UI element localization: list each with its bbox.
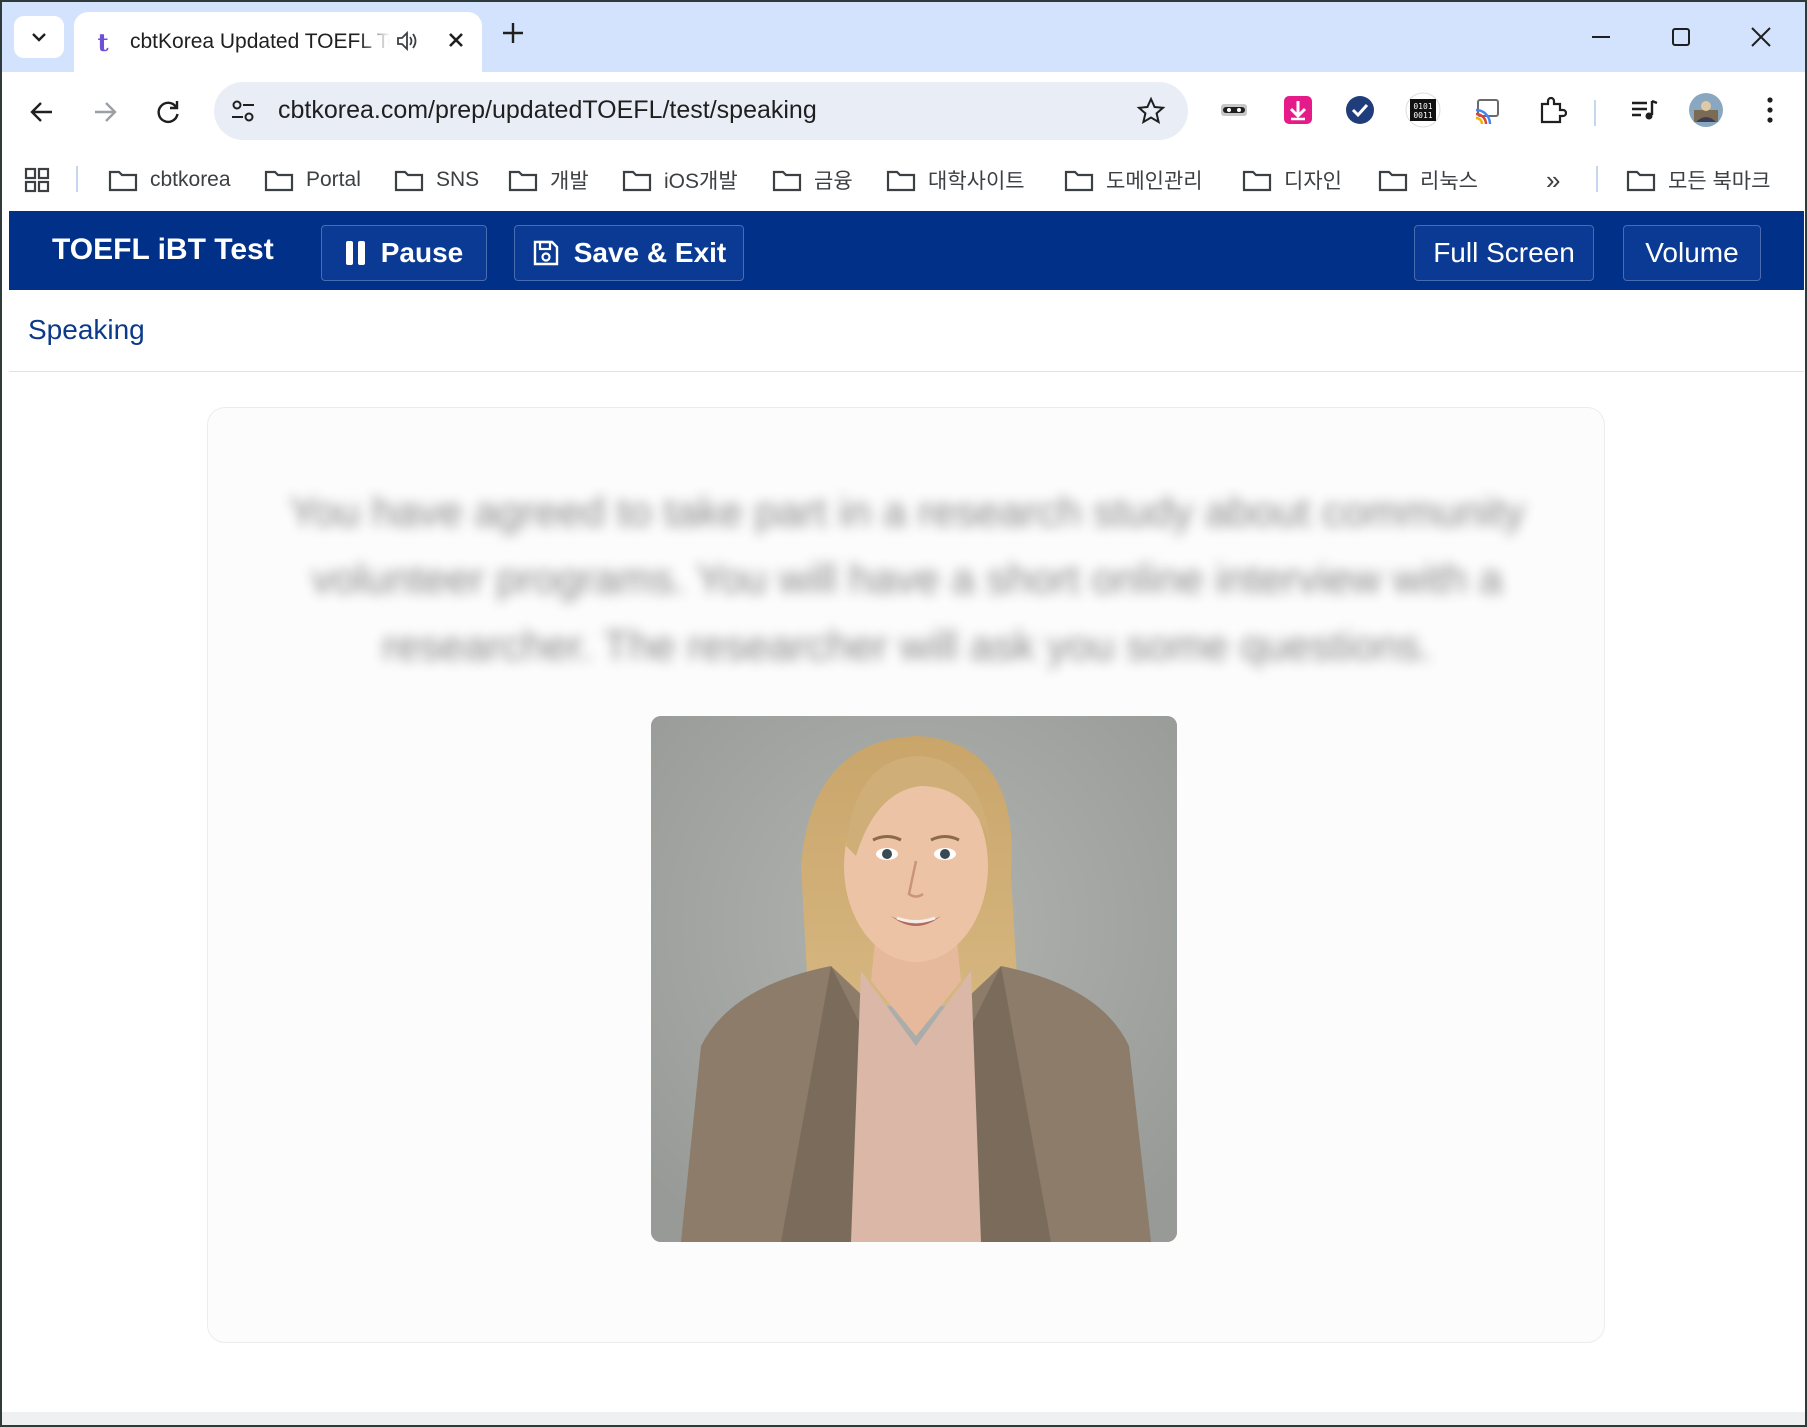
tab-strip: t cbtKorea Updated TOEFL Test (2, 2, 1805, 72)
chevron-down-icon (32, 33, 46, 42)
bookmark-folder[interactable]: 금융 (772, 162, 853, 198)
speaker-icon[interactable] (396, 30, 420, 52)
binary-icon[interactable]: 0101 0011 (1405, 92, 1441, 128)
browser-window: t cbtKorea Updated TOEFL Test cbtkorea.c… (2, 2, 1805, 1425)
bottom-edge (2, 1412, 1805, 1425)
save-exit-label: Save & Exit (573, 237, 727, 268)
url-text[interactable]: cbtkorea.com/prep/updatedTOEFL/test/spea… (278, 96, 817, 125)
bookmark-folder[interactable]: iOS개발 (622, 162, 738, 198)
folder-icon (1626, 170, 1656, 192)
new-tab-plus-icon[interactable] (500, 20, 526, 46)
arrow-right-icon (95, 102, 117, 122)
bookmark-label: Portal (306, 168, 361, 191)
site-settings-icon[interactable] (228, 96, 258, 126)
bookmark-label: SNS (436, 168, 480, 191)
back-button[interactable] (26, 96, 58, 128)
media-queue-icon[interactable] (1626, 92, 1662, 128)
bookmark-folder[interactable]: cbtkorea (108, 162, 231, 198)
section-header: Speaking (9, 290, 1804, 372)
pause-label: Pause (380, 237, 464, 268)
favicon-icon: t (97, 27, 109, 57)
test-content: You have agreed to take part in a resear… (9, 372, 1804, 1412)
apps-grid-button[interactable] (24, 162, 62, 198)
question-card: You have agreed to take part in a resear… (207, 407, 1605, 1343)
bookmark-label: 금융 (814, 170, 853, 193)
folder-icon (508, 170, 538, 192)
reload-button[interactable] (152, 96, 184, 128)
bookmark-label: 리눅스 (1420, 170, 1478, 193)
bookmark-star-icon[interactable] (1136, 96, 1166, 126)
folder-icon (886, 170, 916, 192)
all-bookmarks-folder[interactable]: 모든 북마크 (1626, 162, 1770, 198)
bookmark-folder[interactable]: 도메인관리 (1064, 162, 1203, 198)
bookmark-label: 대학사이트 (928, 170, 1025, 193)
pause-button[interactable]: Pause (321, 225, 487, 281)
bookmark-label: 디자인 (1284, 170, 1342, 193)
window-close-icon[interactable] (1748, 24, 1774, 50)
section-title: Speaking (28, 314, 145, 345)
interviewer-image (651, 716, 1177, 1242)
address-bar[interactable]: cbtkorea.com/prep/updatedTOEFL/test/spea… (214, 82, 1188, 140)
folder-icon (264, 170, 294, 192)
full-screen-button[interactable]: Full Screen (1414, 225, 1594, 281)
floppy-disk-icon (533, 240, 558, 266)
tab-title: cbtKorea Updated TOEFL Test (130, 30, 390, 53)
bookmarks-bar: cbtkorea Portal SNS 개발 iOS개발 금융 대학사이트 도메… (2, 152, 1805, 210)
all-bookmarks-label: 모든 북마크 (1668, 170, 1771, 193)
save-exit-button[interactable]: Save & Exit (514, 225, 744, 281)
folder-icon (772, 170, 802, 192)
volume-button[interactable]: Volume (1623, 225, 1761, 281)
incognito-mask-icon[interactable] (1216, 92, 1252, 128)
bookmark-label: 도메인관리 (1106, 170, 1203, 193)
profile-avatar[interactable] (1688, 92, 1724, 128)
bookmark-label: iOS개발 (664, 170, 738, 193)
bookmark-folder[interactable]: SNS (394, 162, 479, 198)
checkmark-icon[interactable] (1342, 92, 1378, 128)
bookmark-folder[interactable]: 대학사이트 (886, 162, 1025, 198)
minimize-icon[interactable] (1588, 24, 1614, 50)
bookmark-folder[interactable]: Portal (264, 162, 361, 198)
forward-button[interactable] (89, 96, 121, 128)
folder-icon (1242, 170, 1272, 192)
browser-toolbar: cbtkorea.com/prep/updatedTOEFL/test/spea… (2, 72, 1805, 152)
folder-icon (622, 170, 652, 192)
folder-icon (1378, 170, 1408, 192)
cast-icon[interactable] (1470, 92, 1506, 128)
bookmark-folder[interactable]: 리눅스 (1378, 162, 1478, 198)
bookmark-label: 개발 (550, 170, 589, 193)
puzzle-icon[interactable] (1534, 92, 1570, 128)
bookmarks-overflow-button[interactable]: » (1546, 162, 1560, 198)
tab-search-button[interactable] (14, 16, 64, 58)
bookmarks-separator (1596, 166, 1598, 192)
test-header-bar: TOEFL iBT Test Pause Save & Exit Full Sc… (9, 211, 1804, 290)
folder-icon (394, 170, 424, 192)
download-arrow-icon[interactable] (1280, 92, 1316, 128)
maximize-icon[interactable] (1668, 24, 1694, 50)
interviewer-photo (651, 716, 1177, 1242)
pause-icon (345, 241, 365, 265)
bookmarks-separator (76, 166, 78, 192)
arrow-left-icon (30, 102, 52, 122)
close-icon[interactable] (444, 28, 468, 52)
prompt-text: You have agreed to take part in a resear… (289, 488, 1525, 669)
bookmark-folder[interactable]: 디자인 (1242, 162, 1342, 198)
svg-text:0101: 0101 (1413, 102, 1432, 111)
browser-menu-icon[interactable] (1752, 92, 1788, 128)
apps-grid-icon (24, 167, 50, 193)
tab-active[interactable]: t cbtKorea Updated TOEFL Test (74, 12, 482, 72)
reload-icon (157, 101, 179, 124)
toolbar-separator (1594, 100, 1596, 126)
bookmark-label: cbtkorea (150, 168, 231, 191)
bookmark-folder[interactable]: 개발 (508, 162, 589, 198)
folder-icon (1064, 170, 1094, 192)
app-title: TOEFL iBT Test (52, 233, 274, 266)
svg-text:0011: 0011 (1413, 111, 1432, 120)
folder-icon (108, 170, 138, 192)
